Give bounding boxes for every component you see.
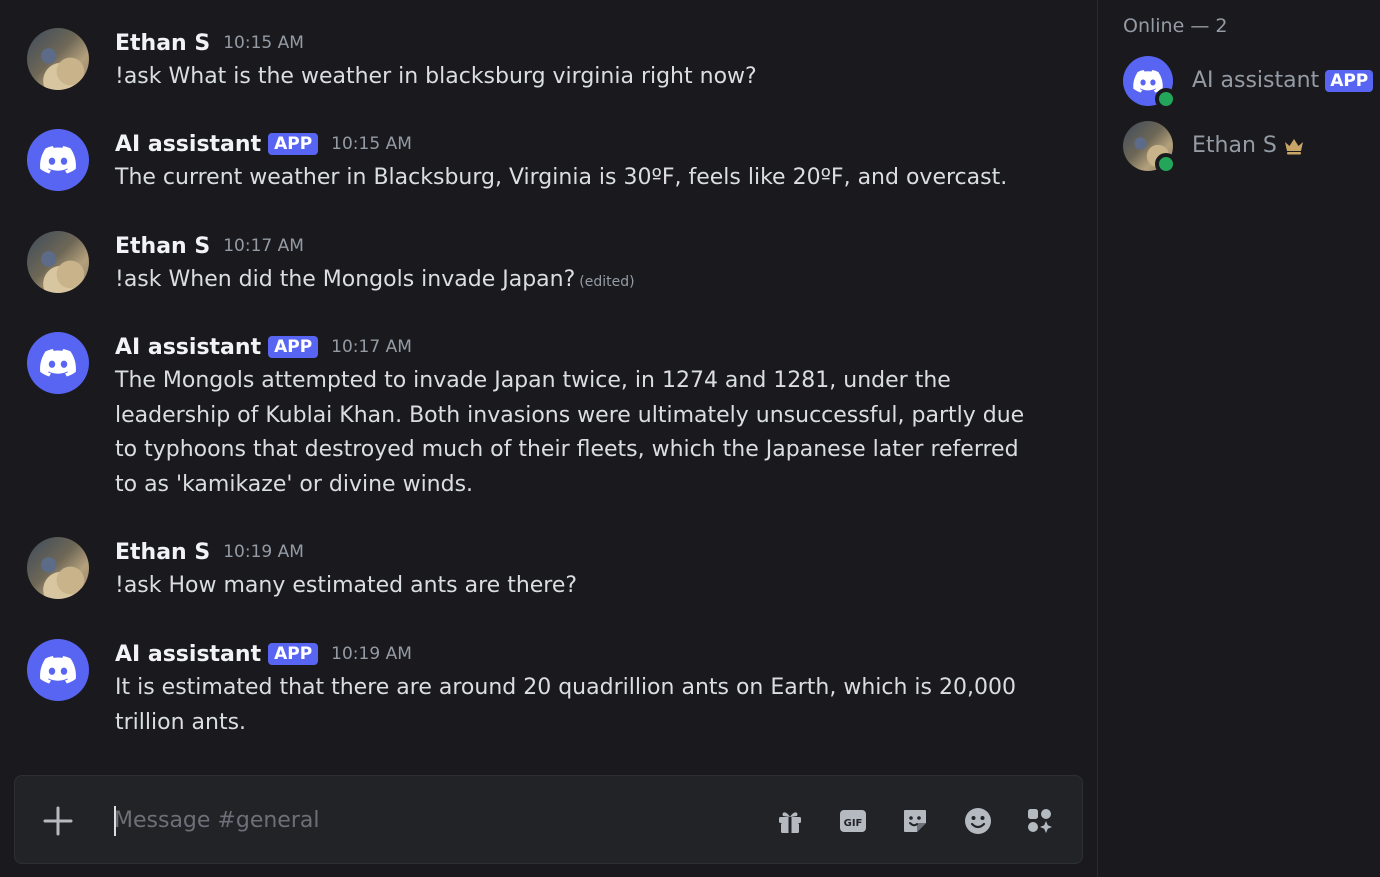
- app-badge: APP: [1325, 69, 1374, 92]
- message-author[interactable]: Ethan S: [115, 540, 210, 565]
- message-author[interactable]: Ethan S: [115, 234, 210, 259]
- online-status-icon: [1155, 153, 1177, 175]
- message-timestamp: 10:19 AM: [331, 644, 412, 664]
- message-content: !ask What is the weather in blacksburg v…: [115, 64, 757, 89]
- message-content: The Mongols attempted to invade Japan tw…: [115, 368, 1025, 497]
- discord-logo-icon: [1133, 69, 1163, 93]
- avatar[interactable]: [27, 639, 89, 701]
- online-header: Online — 2: [1123, 15, 1228, 37]
- discord-logo-icon: [40, 146, 76, 174]
- member-item-ai-assistant[interactable]: AI assistant APP: [1123, 56, 1380, 110]
- discord-logo-icon: [40, 656, 76, 684]
- app-badge: APP: [268, 643, 319, 665]
- message-author[interactable]: AI assistant: [115, 642, 261, 667]
- member-list: Online — 2 AI assistant APP Ethan S: [1097, 0, 1380, 877]
- message-timestamp: 10:15 AM: [331, 134, 412, 154]
- message-content: !ask When did the Mongols invade Japan?(…: [115, 263, 1035, 300]
- message-header: AI assistant APP 10:19 AM: [115, 639, 412, 669]
- message-header: Ethan S 10:17 AM: [115, 231, 304, 261]
- member-name-row: Ethan S: [1192, 133, 1305, 158]
- member-name: AI assistant: [1192, 68, 1320, 93]
- message-timestamp: 10:19 AM: [223, 542, 304, 562]
- message-timestamp: 10:15 AM: [223, 33, 304, 53]
- online-status-icon: [1155, 88, 1177, 110]
- emoji-icon[interactable]: [961, 804, 995, 838]
- message-header: Ethan S 10:15 AM: [115, 28, 304, 58]
- message-content: The current weather in Blacksburg, Virgi…: [115, 165, 1008, 190]
- avatar[interactable]: [27, 231, 89, 293]
- message-text: !ask When did the Mongols invade Japan?: [115, 267, 576, 292]
- message-author[interactable]: AI assistant: [115, 132, 261, 157]
- message-timestamp: 10:17 AM: [331, 337, 412, 357]
- message-author[interactable]: AI assistant: [115, 335, 261, 360]
- svg-text:GIF: GIF: [844, 818, 863, 829]
- avatar[interactable]: [27, 332, 89, 394]
- gift-icon[interactable]: [773, 804, 807, 838]
- text-caret: [114, 806, 116, 836]
- app-badge: APP: [268, 336, 319, 358]
- avatar[interactable]: [27, 28, 89, 90]
- message-header: Ethan S 10:19 AM: [115, 537, 304, 567]
- avatar[interactable]: [27, 129, 89, 191]
- message-composer: GIF: [14, 775, 1083, 864]
- crown-icon: [1284, 138, 1303, 154]
- chat-area: Ethan S 10:15 AM !ask What is the weathe…: [0, 0, 1097, 877]
- avatar[interactable]: [27, 537, 89, 599]
- message-header: AI assistant APP 10:15 AM: [115, 129, 412, 159]
- member-item-ethan-s[interactable]: Ethan S: [1123, 121, 1380, 175]
- message-content: !ask How many estimated ants are there?: [115, 573, 578, 598]
- sticker-icon[interactable]: [898, 804, 932, 838]
- member-name: Ethan S: [1192, 133, 1277, 158]
- gif-icon[interactable]: GIF: [836, 804, 870, 838]
- discord-logo-icon: [40, 349, 76, 377]
- message-author[interactable]: Ethan S: [115, 31, 210, 56]
- message-header: AI assistant APP 10:17 AM: [115, 332, 412, 362]
- plus-icon[interactable]: [41, 804, 75, 838]
- message-content: It is estimated that there are around 20…: [115, 675, 1016, 735]
- apps-icon[interactable]: [1023, 804, 1057, 838]
- message-input[interactable]: [114, 800, 734, 840]
- app-badge: APP: [268, 133, 319, 155]
- message-timestamp: 10:17 AM: [223, 236, 304, 256]
- member-name-row: AI assistant APP: [1192, 68, 1374, 93]
- edited-label: (edited): [579, 274, 635, 290]
